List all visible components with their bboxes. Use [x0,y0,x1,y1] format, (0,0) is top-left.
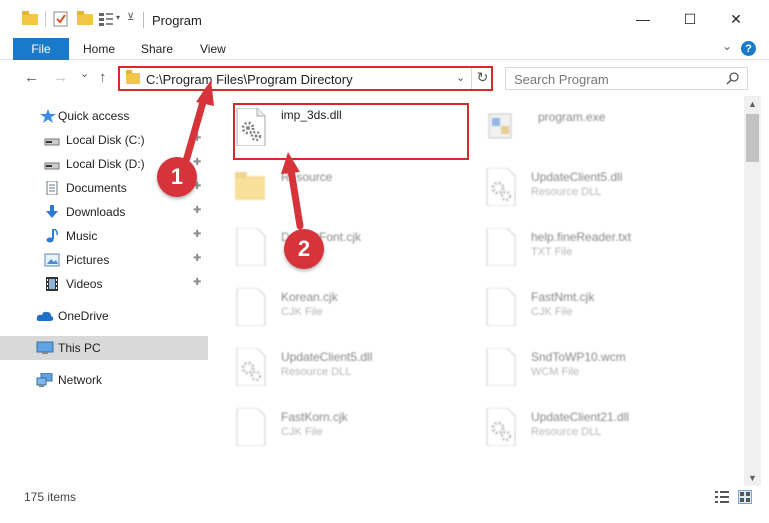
arrow-2-head [281,152,300,174]
arrow-1 [180,91,209,172]
arrow-1-head [196,80,214,106]
annotation-arrows [180,80,304,230]
arrow-2 [287,166,304,230]
callout-2: 2 [284,229,324,269]
callout-1: 1 [157,157,197,197]
